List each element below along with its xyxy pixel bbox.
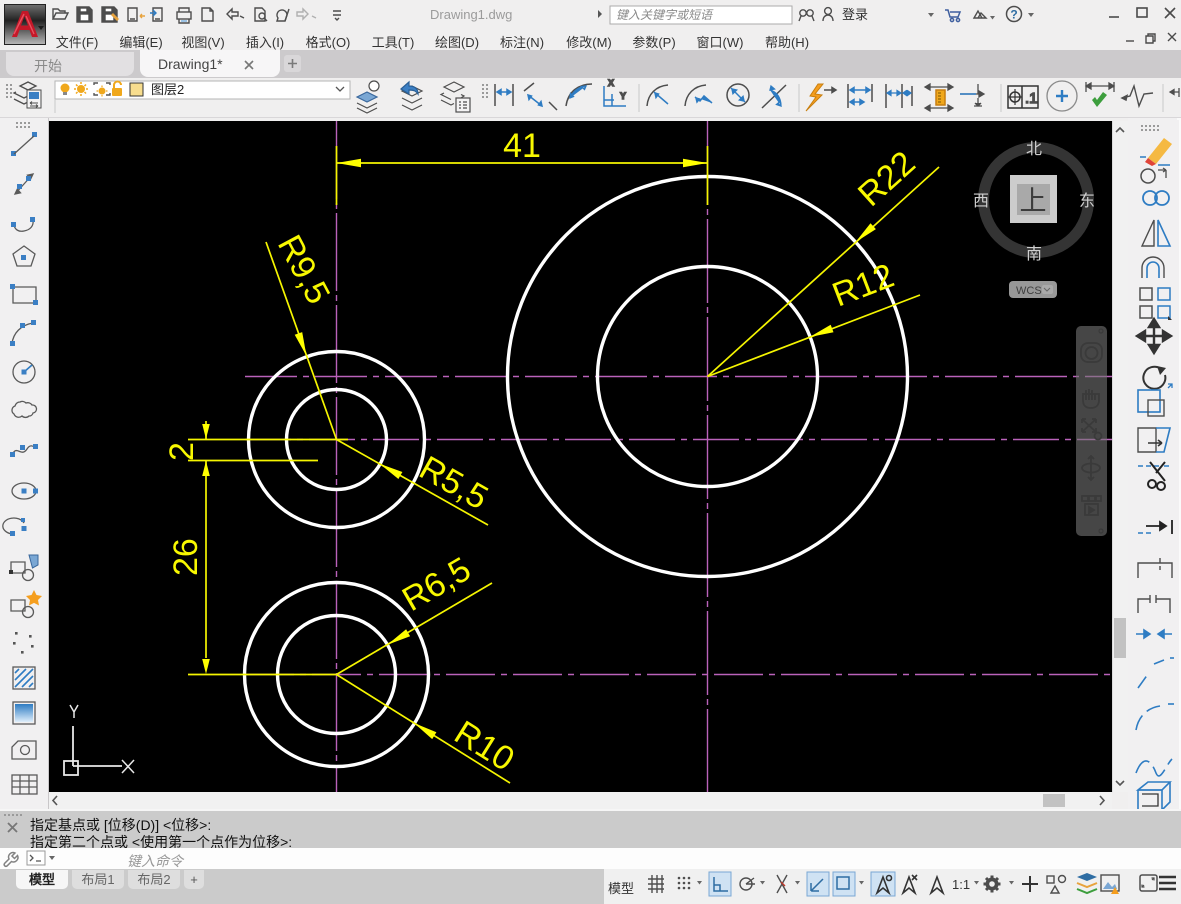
svg-text:?: ? bbox=[1010, 8, 1017, 22]
svg-text:R22: R22 bbox=[851, 144, 923, 214]
svg-text:WCS: WCS bbox=[1016, 285, 1042, 297]
svg-text:登录: 登录 bbox=[842, 7, 868, 22]
svg-text:键入关键字或短语: 键入关键字或短语 bbox=[616, 8, 714, 22]
svg-text:图层2: 图层2 bbox=[151, 82, 184, 97]
svg-text:R5,5: R5,5 bbox=[413, 449, 494, 517]
svg-text:41: 41 bbox=[503, 127, 541, 165]
svg-text:南: 南 bbox=[1026, 245, 1042, 263]
svg-text:上: 上 bbox=[1020, 186, 1047, 216]
svg-text:R6,5: R6,5 bbox=[396, 550, 477, 619]
svg-text:西: 西 bbox=[973, 193, 989, 210]
svg-text:26: 26 bbox=[167, 538, 205, 576]
svg-text:R9,5: R9,5 bbox=[270, 229, 337, 310]
svg-text:1:1: 1:1 bbox=[952, 877, 970, 892]
svg-text:X: X bbox=[608, 78, 614, 88]
svg-text:.1: .1 bbox=[1025, 90, 1038, 107]
svg-text:R12: R12 bbox=[827, 257, 899, 315]
svg-text:2: 2 bbox=[163, 442, 201, 461]
svg-text:东: 东 bbox=[1079, 192, 1095, 210]
svg-text:Y: Y bbox=[620, 91, 626, 101]
svg-text:R10: R10 bbox=[448, 714, 521, 779]
svg-text:北: 北 bbox=[1026, 140, 1042, 158]
